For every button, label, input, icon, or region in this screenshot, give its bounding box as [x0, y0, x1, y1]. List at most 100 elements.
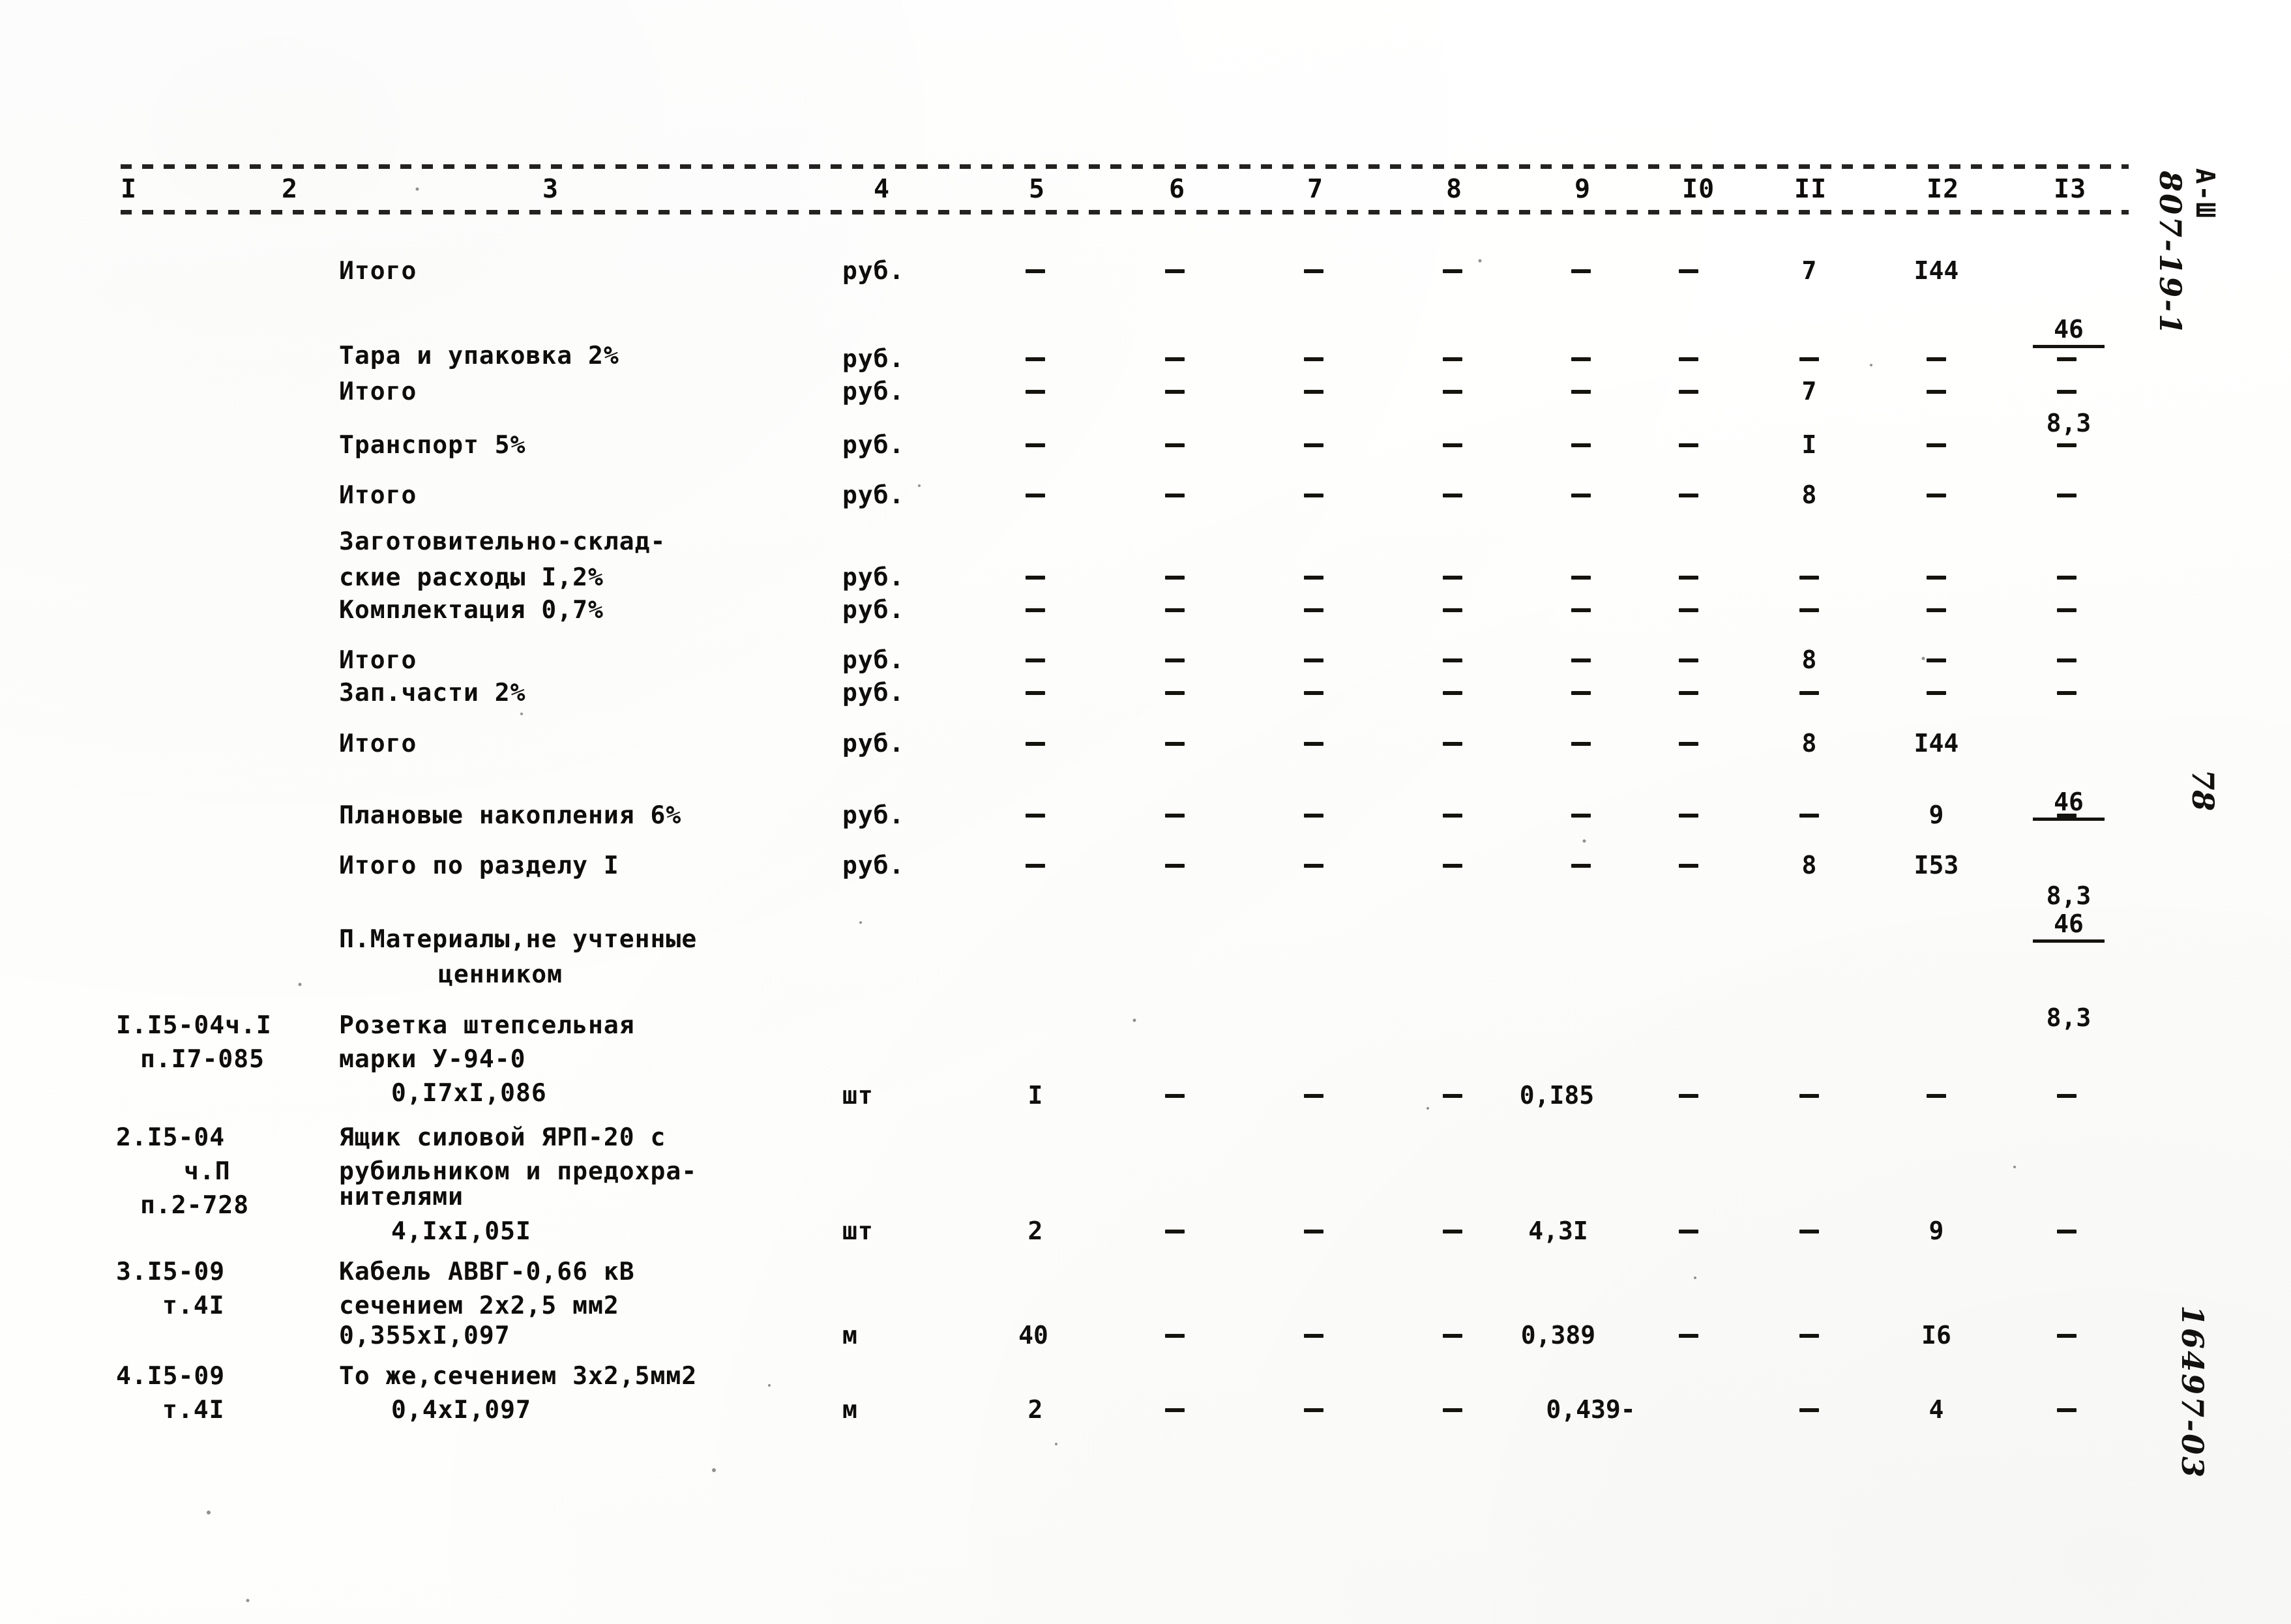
cell-c12	[1917, 595, 1956, 624]
cell-c6	[1155, 729, 1194, 758]
item-name-line4: 4,IxI,05I	[391, 1217, 531, 1245]
cell-c12	[1917, 563, 1956, 591]
margin-doc-number: 807-19-1	[2153, 171, 2188, 337]
item-code-line1: I.I5-04ч.I	[116, 1011, 272, 1039]
row-label: Комплектация 0,7%	[339, 595, 604, 624]
margin-doc-code: А-Ш	[2190, 168, 2220, 220]
fraction-numerator: 46	[2033, 315, 2105, 349]
cell-c6	[1155, 563, 1194, 591]
row-label: Итого	[339, 256, 417, 285]
cell-c10	[1669, 430, 1708, 459]
section-heading-line2: ценником	[438, 960, 563, 988]
cell-c5	[1016, 430, 1055, 459]
cell-c8	[1433, 1395, 1472, 1424]
cell-c9	[1561, 678, 1601, 707]
cell-c8	[1433, 801, 1472, 829]
cell-c11: 8	[1801, 480, 1817, 509]
column-header-13: I3	[2054, 174, 2087, 204]
cell-c7	[1294, 1321, 1333, 1350]
cell-c7	[1294, 563, 1333, 591]
cell-c7	[1294, 1217, 1333, 1245]
row-label-line1: Заготовительно-склад-	[339, 527, 666, 555]
cell-c10	[1669, 801, 1708, 829]
row-label: Плановые накопления 6%	[339, 801, 682, 829]
cell-c13	[2047, 563, 2086, 591]
item-name-line1: Кабель АВВГ-0,66 кВ	[339, 1257, 635, 1286]
cell-c7	[1294, 377, 1333, 406]
row-unit: руб.	[842, 801, 905, 829]
item-code-line1: 2.I5-04	[116, 1123, 226, 1151]
column-header-1: I	[121, 174, 138, 204]
cell-c11: I	[1801, 430, 1817, 459]
cell-c8	[1433, 480, 1472, 509]
cell-c5	[1016, 678, 1055, 707]
row-label: Итого по разделу I	[339, 851, 619, 879]
cell-c10	[1669, 377, 1708, 406]
cell-c9	[1561, 256, 1601, 285]
cell-c5	[1016, 480, 1055, 509]
cell-c12: I53	[1914, 851, 1959, 879]
cell-c11	[1790, 1395, 1829, 1424]
item-name-line1: Ящик силовой ЯРП-20 с	[339, 1123, 666, 1151]
cell-c10	[1669, 645, 1708, 674]
cell-c13	[2047, 1321, 2086, 1350]
cell-c9	[1561, 344, 1601, 373]
cell-c10	[1669, 256, 1708, 285]
item-name-line2: 0,4хI,097	[391, 1395, 531, 1424]
item-name-line3: 0,355хI,097	[339, 1321, 510, 1350]
item-name-line2: сечением 2х2,5 мм2	[339, 1291, 619, 1320]
cell-c11	[1790, 563, 1829, 591]
cell-c7	[1294, 678, 1333, 707]
cell-c6	[1155, 377, 1194, 406]
cell-c7	[1294, 480, 1333, 509]
row-label-line2: ские расходы I,2%	[339, 563, 604, 591]
cell-c9	[1561, 377, 1601, 406]
row-label: Транспорт 5%	[339, 430, 526, 459]
column-header-2: 2	[282, 174, 299, 204]
fraction-denominator: 8,3	[2046, 1003, 2091, 1033]
cell-c7	[1294, 801, 1333, 829]
item-name-line1: Розетка штепсельная	[339, 1011, 635, 1039]
cell-c11	[1790, 1321, 1829, 1350]
cell-c13	[2047, 1395, 2086, 1424]
cell-c8	[1433, 430, 1472, 459]
cell-c8	[1433, 678, 1472, 707]
cell-c8	[1433, 563, 1472, 591]
cell-c13-fraction: 46 8,3	[2033, 851, 2105, 1091]
cell-c7	[1294, 595, 1333, 624]
cell-c9	[1561, 480, 1601, 509]
cell-c5	[1016, 801, 1055, 829]
cell-c10	[1669, 344, 1708, 373]
cell-c9	[1561, 801, 1601, 829]
cell-c12: 9	[1929, 801, 1944, 829]
item-unit: м	[842, 1395, 858, 1424]
row-unit: руб.	[842, 377, 905, 406]
cell-c5	[1016, 377, 1055, 406]
cell-c9	[1561, 851, 1601, 879]
row-unit: руб.	[842, 678, 905, 707]
cell-c5	[1016, 563, 1055, 591]
row-unit: руб.	[842, 344, 905, 373]
cell-c6	[1155, 1321, 1194, 1350]
item-code-line2: ч.П	[184, 1157, 231, 1185]
cell-c13	[2047, 344, 2086, 373]
cell-c7	[1294, 1081, 1333, 1110]
cell-c8	[1433, 645, 1472, 674]
item-code-line1: 3.I5-09	[116, 1257, 226, 1286]
cell-c11	[1790, 344, 1829, 373]
cell-c12	[1917, 1081, 1956, 1110]
cell-c10	[1669, 851, 1708, 879]
cell-c11	[1790, 1217, 1829, 1245]
row-label: Итого	[339, 729, 417, 758]
cell-c10	[1669, 480, 1708, 509]
cell-c7	[1294, 729, 1333, 758]
cell-c13	[2047, 801, 2086, 829]
row-unit: руб.	[842, 645, 905, 674]
cell-c13	[2047, 678, 2086, 707]
item-name-line3: 0,I7xI,086	[391, 1078, 547, 1107]
column-header-8: 8	[1446, 174, 1463, 204]
cell-c9	[1561, 645, 1601, 674]
column-header-3: 3	[542, 174, 559, 204]
row-unit: руб.	[842, 729, 905, 758]
item-code-line3: п.2-728	[140, 1190, 250, 1219]
